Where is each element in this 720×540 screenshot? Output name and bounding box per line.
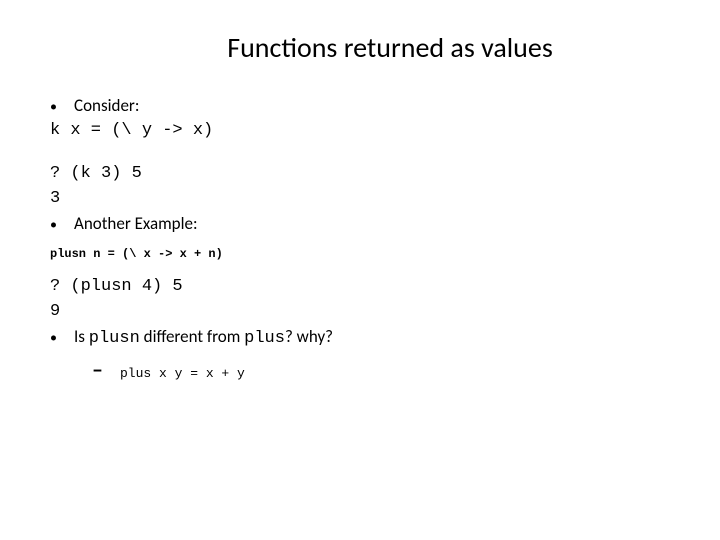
- bullet-question: • Is plusn different from plus? why?: [50, 326, 670, 351]
- bullet-icon: •: [50, 329, 74, 348]
- dash-icon: –: [92, 355, 120, 385]
- question-text: Is plusn different from plus? why?: [74, 326, 333, 351]
- text-suffix: ? why?: [285, 326, 333, 347]
- code-plusn-ref: plusn: [89, 329, 140, 348]
- code-plusn-result: 9: [50, 301, 670, 324]
- slide-content: • Consider: k x = (\ y -> x) ? (k 3) 5 3…: [50, 95, 670, 384]
- code-plusn-definition: plusn n = (\ x -> x + n): [50, 246, 670, 262]
- code-plus-definition: plus x y = x + y: [120, 365, 245, 383]
- slide-title: Functions returned as values: [110, 30, 670, 65]
- code-k-definition: k x = (\ y -> x): [50, 120, 670, 143]
- bullet-another: • Another Example:: [50, 213, 670, 236]
- bullet-icon: •: [50, 98, 74, 117]
- sub-bullet-plus: – plus x y = x + y: [92, 355, 670, 385]
- code-plusn-eval: ? (plusn 4) 5: [50, 276, 670, 299]
- bullet-text: Consider:: [74, 95, 139, 118]
- text-mid: different from: [140, 326, 244, 347]
- code-plus-ref: plus: [244, 329, 285, 348]
- code-k-result: 3: [50, 188, 670, 211]
- code-k-eval: ? (k 3) 5: [50, 163, 670, 186]
- bullet-text: Another Example:: [74, 213, 198, 236]
- bullet-icon: •: [50, 216, 74, 235]
- text-prefix: Is: [74, 326, 89, 347]
- bullet-consider: • Consider:: [50, 95, 670, 118]
